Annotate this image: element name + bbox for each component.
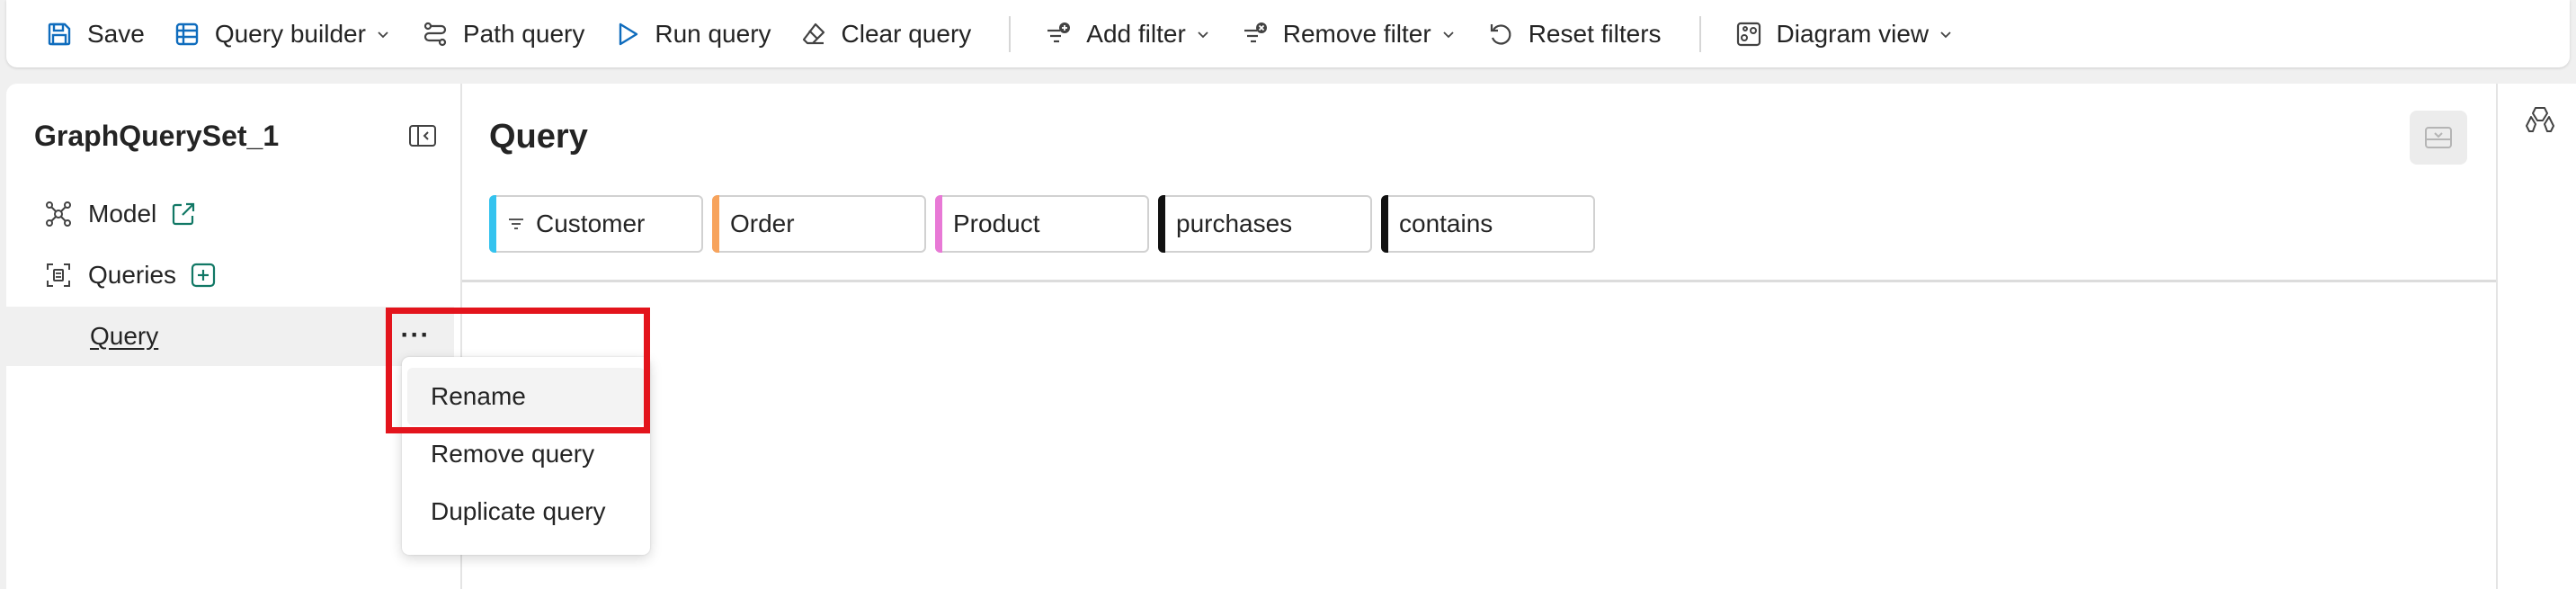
- menu-item-duplicate-query[interactable]: Duplicate query: [407, 483, 645, 540]
- save-icon: [44, 19, 75, 49]
- tree-item-queries[interactable]: Queries: [0, 245, 454, 305]
- copilot-button[interactable]: [2523, 103, 2557, 138]
- run-query-button[interactable]: Run query: [601, 9, 787, 59]
- filter-icon: [507, 214, 527, 234]
- page-title: Query: [489, 118, 588, 156]
- chip-label: Customer: [536, 210, 646, 237]
- chip-product[interactable]: Product: [935, 195, 1149, 253]
- save-label: Save: [87, 19, 145, 48]
- query-editor: Query Customer Order Product purchases c…: [460, 84, 2498, 589]
- path-icon: [420, 19, 450, 49]
- clear-query-label: Clear query: [841, 19, 972, 48]
- open-external-icon[interactable]: [169, 199, 200, 229]
- chip-color-bar: [935, 195, 942, 253]
- path-query-label: Path query: [462, 19, 585, 48]
- reset-icon: [1485, 19, 1516, 49]
- add-filter-label: Add filter: [1086, 19, 1186, 48]
- tree-item-query-label: Query: [90, 322, 159, 350]
- tray-download-icon: [2425, 127, 2452, 148]
- chevron-down-icon: [1938, 25, 1956, 43]
- collapse-pane-icon: [409, 125, 436, 147]
- play-icon: [611, 19, 642, 49]
- node-chips: Customer Order Product purchases contain…: [489, 195, 1604, 253]
- tree-item-model[interactable]: Model: [0, 184, 454, 244]
- path-query-button[interactable]: Path query: [409, 9, 601, 59]
- chevron-down-icon: [1195, 25, 1213, 43]
- reset-filters-label: Reset filters: [1528, 19, 1662, 48]
- copilot-icon: [2526, 107, 2554, 132]
- query-builder-label: Query builder: [214, 19, 366, 48]
- chip-color-bar: [489, 195, 496, 253]
- queries-icon: [43, 260, 74, 290]
- chip-label: contains: [1399, 210, 1493, 237]
- graph-model-icon: [43, 199, 74, 229]
- add-filter-button[interactable]: Add filter: [1032, 9, 1229, 59]
- reset-filters-button[interactable]: Reset filters: [1475, 9, 1678, 59]
- chip-purchases[interactable]: purchases: [1158, 195, 1372, 253]
- add-query-icon[interactable]: [189, 260, 219, 290]
- chip-color-bar: [712, 195, 719, 253]
- clear-query-button[interactable]: Clear query: [788, 9, 988, 59]
- right-rail: [2496, 84, 2576, 589]
- menu-item-remove-query[interactable]: Remove query: [407, 425, 645, 483]
- remove-filter-icon: [1240, 19, 1270, 49]
- chevron-down-icon: [375, 25, 393, 43]
- save-button[interactable]: Save: [33, 9, 161, 59]
- remove-filter-button[interactable]: Remove filter: [1229, 9, 1475, 59]
- chip-contains[interactable]: contains: [1381, 195, 1595, 253]
- add-filter-icon: [1043, 19, 1074, 49]
- queryset-title: GraphQuerySet_1: [34, 120, 280, 152]
- chip-label: Order: [730, 210, 795, 237]
- chip-color-bar: [1158, 195, 1165, 253]
- chip-customer[interactable]: Customer: [489, 195, 703, 253]
- chip-label: purchases: [1176, 210, 1293, 237]
- diagram-view-label: Diagram view: [1776, 19, 1930, 48]
- eraser-icon: [798, 19, 829, 49]
- chip-color-bar: [1381, 195, 1388, 253]
- divider: [462, 280, 2498, 282]
- chevron-down-icon: [1440, 25, 1458, 43]
- tree-item-model-label: Model: [88, 200, 157, 228]
- query-builder-button[interactable]: Query builder: [161, 9, 409, 59]
- toolbar-divider: [1698, 15, 1701, 52]
- highlight-annotation: [386, 308, 650, 433]
- chip-label: Product: [953, 210, 1040, 237]
- chip-order[interactable]: Order: [712, 195, 926, 253]
- table-icon: [172, 19, 202, 49]
- export-button[interactable]: [2410, 111, 2467, 165]
- toolbar-divider: [1009, 15, 1012, 52]
- run-query-label: Run query: [655, 19, 771, 48]
- diagram-view-button[interactable]: Diagram view: [1723, 9, 1973, 59]
- diagram-icon: [1734, 19, 1764, 49]
- tree-item-queries-label: Queries: [88, 261, 177, 289]
- collapse-pane-button[interactable]: [407, 122, 438, 149]
- toolbar: Save Query builder Path query Run query …: [6, 0, 2570, 67]
- remove-filter-label: Remove filter: [1282, 19, 1431, 48]
